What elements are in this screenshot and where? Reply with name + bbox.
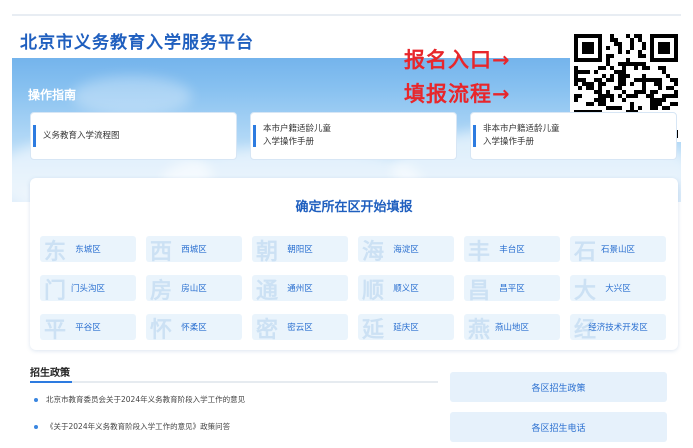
guide-card-nonlocal-manual[interactable]: 非本市户籍适龄儿童 入学操作手册 (470, 112, 677, 160)
guide-card-sublabel: 入学操作手册 (263, 137, 315, 147)
district-watermark: 朝 (256, 239, 279, 262)
guide-card-sublabel: 入学操作手册 (483, 137, 535, 147)
district-button[interactable]: 通通州区 (252, 275, 348, 301)
district-watermark: 大 (574, 278, 597, 301)
policy-link-text: 北京市教育委员会关于2024年义务教育阶段入学工作的意见 (46, 395, 246, 404)
district-watermark: 丰 (468, 239, 491, 262)
district-button[interactable]: 东东城区 (40, 236, 136, 262)
fill-process-annotation: 填报流程→ (404, 82, 511, 106)
district-policy-button[interactable]: 各区招生政策 (450, 372, 667, 402)
guide-card-local-manual[interactable]: 本市户籍适龄儿童 入学操作手册 (250, 112, 457, 160)
district-watermark: 房 (150, 278, 173, 301)
district-label: 丰台区 (499, 245, 525, 255)
district-label: 东城区 (75, 245, 101, 255)
district-button[interactable]: 西西城区 (146, 236, 242, 262)
district-label: 怀柔区 (181, 323, 207, 333)
district-watermark: 石 (574, 239, 597, 262)
guide-card-label: 义务教育入学流程图 (43, 130, 120, 141)
policy-link-text: 《关于2024年义务教育阶段入学工作的意见》政策问答 (46, 422, 231, 431)
district-button[interactable]: 顺顺义区 (358, 275, 454, 301)
district-button[interactable]: 石石景山区 (570, 236, 666, 262)
district-watermark: 怀 (150, 317, 173, 340)
district-label: 平谷区 (75, 323, 101, 333)
district-phone-button[interactable]: 各区招生电话 (450, 412, 667, 442)
district-watermark: 延 (362, 317, 385, 340)
district-label: 燕山地区 (494, 323, 529, 333)
district-label: 石景山区 (600, 245, 635, 255)
district-button[interactable]: 房房山区 (146, 275, 242, 301)
district-label: 延庆区 (393, 323, 419, 333)
district-button[interactable]: 密密云区 (252, 314, 348, 340)
district-watermark: 海 (362, 239, 385, 262)
district-button[interactable]: 海海淀区 (358, 236, 454, 262)
district-button[interactable]: 怀怀柔区 (146, 314, 242, 340)
district-label: 大兴区 (605, 284, 631, 294)
guide-title: 操作指南 (28, 88, 77, 102)
district-label: 海淀区 (393, 245, 419, 255)
district-label: 经济技术开发区 (588, 323, 648, 333)
policy-link[interactable]: 《关于2024年义务教育阶段入学工作的意见》政策问答 (34, 421, 230, 432)
district-button[interactable]: 丰丰台区 (464, 236, 560, 262)
site-title[interactable]: 北京市义务教育入学服务平台 (20, 28, 254, 53)
district-watermark: 通 (256, 278, 279, 301)
district-label: 朝阳区 (287, 245, 313, 255)
district-button[interactable]: 燕燕山地区 (464, 314, 560, 340)
bullet-icon (34, 424, 38, 429)
district-selection-panel: 确定所在区开始填报 东东城区西西城区朝朝阳区海海淀区丰丰台区石石景山区门门头沟区… (30, 178, 678, 350)
policy-section-title: 招生政策 (30, 368, 70, 379)
district-watermark: 平 (44, 317, 67, 340)
guide-card-flowchart[interactable]: 义务教育入学流程图 (30, 112, 237, 160)
district-button[interactable]: 经经济技术开发区 (570, 314, 666, 340)
bullet-icon (34, 397, 38, 402)
district-button[interactable]: 延延庆区 (358, 314, 454, 340)
district-button[interactable]: 朝朝阳区 (252, 236, 348, 262)
district-watermark: 西 (150, 239, 173, 262)
district-label: 密云区 (287, 323, 313, 333)
district-button[interactable]: 门门头沟区 (40, 275, 136, 301)
district-button[interactable]: 大大兴区 (570, 275, 666, 301)
district-panel-heading: 确定所在区开始填报 (295, 200, 413, 215)
guide-card-label: 本市户籍适龄儿童 (263, 124, 332, 135)
district-watermark: 东 (44, 239, 67, 262)
district-watermark: 顺 (362, 278, 385, 301)
policy-divider (30, 381, 438, 383)
district-label: 顺义区 (393, 284, 419, 294)
district-watermark: 燕 (468, 317, 491, 340)
register-entry-annotation: 报名入口→ (404, 48, 511, 72)
district-label: 西城区 (181, 245, 207, 255)
district-button[interactable]: 昌昌平区 (464, 275, 560, 301)
district-label: 昌平区 (499, 284, 525, 294)
district-label: 通州区 (287, 284, 313, 294)
policy-link[interactable]: 北京市教育委员会关于2024年义务教育阶段入学工作的意见 (34, 394, 245, 405)
district-watermark: 昌 (468, 278, 491, 301)
district-label: 门头沟区 (70, 284, 105, 294)
guide-card-label: 非本市户籍适龄儿童 (483, 124, 560, 135)
district-label: 房山区 (181, 284, 207, 294)
district-button[interactable]: 平平谷区 (40, 314, 136, 340)
district-watermark: 密 (256, 317, 279, 340)
district-watermark: 门 (44, 278, 67, 301)
